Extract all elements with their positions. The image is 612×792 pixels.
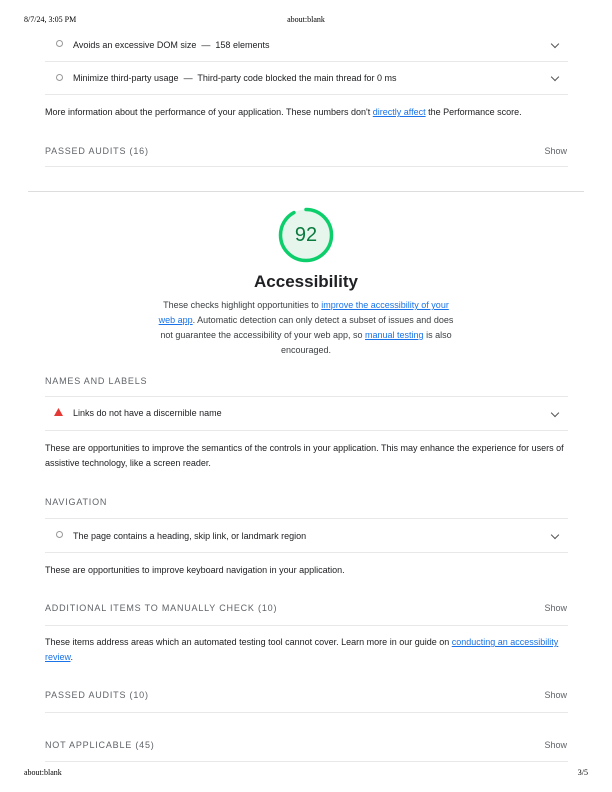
divider [45,166,568,167]
manual-checks-label[interactable]: ADDITIONAL ITEMS TO MANUALLY CHECK (10) [45,603,277,613]
a11y-passed-show-button[interactable]: Show [544,690,567,700]
not-applicable-label[interactable]: NOT APPLICABLE (45) [45,740,155,750]
audit-title: Links do not have a discernible name [73,408,222,418]
audit-separator: — [183,73,193,83]
fail-triangle-icon [54,408,63,416]
perf-passed-audits-label[interactable]: PASSED AUDITS (16) [45,146,149,156]
chevron-down-icon[interactable] [550,39,560,49]
audit-separator: — [201,40,211,50]
category-title: Accessibility [254,272,358,291]
print-url: about:blank [24,768,62,777]
manual-checks-show-button[interactable]: Show [544,603,567,613]
names-labels-note: These are opportunities to improve the s… [45,443,564,468]
chevron-down-icon[interactable] [550,408,560,418]
names-labels-heading: NAMES AND LABELS [45,376,148,386]
perf-note: More information about the performance o… [45,107,522,117]
audit-title: The page contains a heading, skip link, … [73,531,307,541]
audit-detail: 158 elements [215,40,270,50]
a11y-passed-audits-label[interactable]: PASSED AUDITS (10) [45,690,149,700]
audit-title: Avoids an excessive DOM size [73,40,197,50]
passed-circle-icon [56,74,63,81]
perf-passed-show-button[interactable]: Show [544,146,567,156]
audit-title: Minimize third-party usage [73,73,179,83]
not-applicable-show-button[interactable]: Show [544,740,567,750]
chevron-down-icon[interactable] [550,530,560,540]
manual-checks-note: These items address areas which an autom… [45,637,559,662]
divider [45,625,568,626]
divider [45,761,568,762]
passed-circle-icon [56,40,63,47]
manual-testing-link[interactable]: manual testing [365,330,424,340]
chevron-down-icon[interactable] [550,72,560,82]
audit-detail: Third-party code blocked the main thread… [197,73,397,83]
passed-circle-icon [56,531,63,538]
navigation-heading: NAVIGATION [45,497,108,507]
category-divider [28,191,584,192]
category-description: These checks highlight opportunities to … [158,300,454,355]
audit-third-party[interactable]: Minimize third-party usage — Third-party… [45,62,568,95]
print-page-number: 3/5 [577,768,588,777]
directly-affect-link[interactable]: directly affect [373,107,426,117]
audit-dom-size[interactable]: Avoids an excessive DOM size — 158 eleme… [45,33,568,62]
audit-landmark[interactable]: The page contains a heading, skip link, … [45,519,568,553]
print-title: about:blank [287,15,325,24]
navigation-note: These are opportunities to improve keybo… [45,565,345,575]
divider [45,712,568,713]
accessibility-score-value: 92 [294,224,318,246]
audit-link-name[interactable]: Links do not have a discernible name [45,397,568,431]
